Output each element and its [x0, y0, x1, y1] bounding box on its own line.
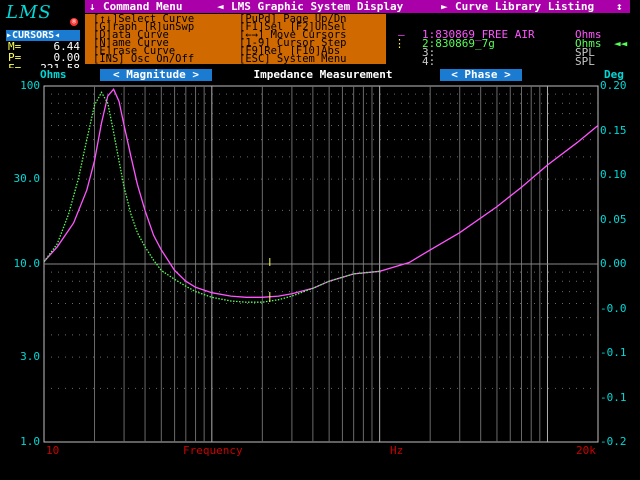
x-axis-title: Frequency	[183, 444, 243, 457]
y-tick-right: -0.1	[600, 390, 627, 404]
x-tick-start: 10	[46, 444, 60, 457]
y-tick-right: 0.00	[600, 257, 627, 270]
y-tick-right: 0.20	[600, 79, 627, 92]
y-tick-left: 1.0	[20, 435, 40, 448]
y-tick-left: 100	[20, 79, 40, 92]
impedance-chart[interactable]	[0, 0, 640, 480]
y-tick-right: 0.15	[600, 123, 627, 137]
y-tick-right: -0.0	[600, 301, 627, 315]
y-tick-left: 30.0	[13, 172, 41, 186]
x-tick-end: 20k	[576, 444, 596, 457]
y-tick-right: 0.05	[600, 212, 627, 226]
y-tick-right: -0.1	[600, 346, 627, 359]
y-tick-left: 10.0	[13, 257, 41, 270]
y-tick-left: 3.0	[20, 350, 40, 364]
y-tick-right: 0.10	[600, 168, 627, 181]
y-tick-right: -0.2	[600, 435, 627, 448]
x-axis-unit: Hz	[390, 444, 404, 457]
